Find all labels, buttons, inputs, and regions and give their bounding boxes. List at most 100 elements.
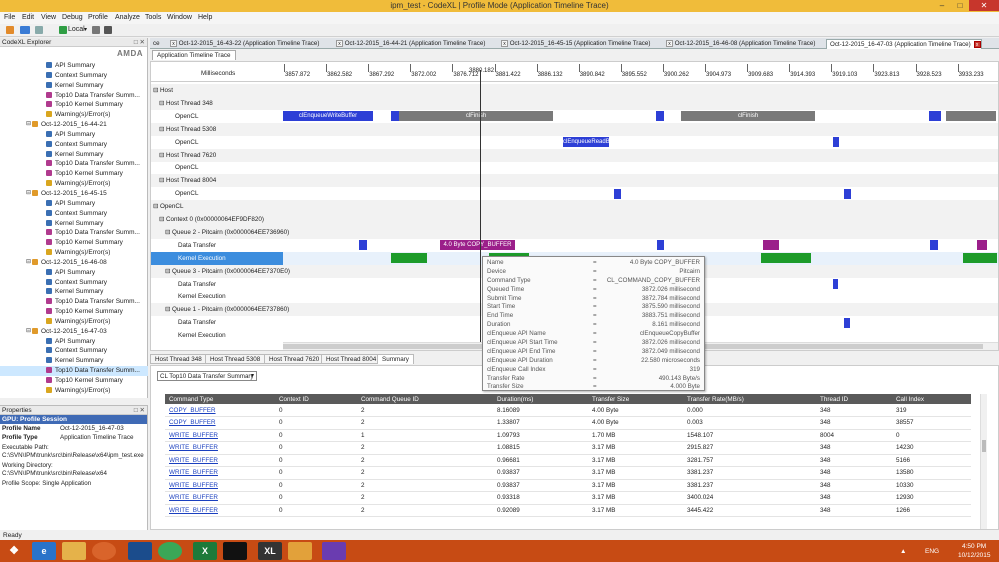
summary-node[interactable]: Context Summary [0,140,148,150]
table-row[interactable]: COPY_BUFFER 0 2 8.16089 4.00 Byte 0.000 348 319 [165,404,971,417]
menu-analyze[interactable]: Analyze [115,14,140,21]
collapse-icon[interactable]: ⊟ [26,189,31,199]
close-tab-icon[interactable]: x [170,40,177,47]
timeline-event-bar[interactable] [391,253,427,264]
summary-node[interactable]: Top10 Kernel Summary [0,169,148,179]
command-type-link[interactable]: COPY_BUFFER [165,404,275,417]
command-type-link[interactable]: WRITE_BUFFER [165,441,275,455]
doc-tab-overflow[interactable]: ce [150,39,160,49]
table-row[interactable]: WRITE_BUFFER 0 2 0.92089 3.17 MB 3445.422 348 1… [165,504,971,517]
tab-host-thread-7620[interactable]: Host Thread 7620 [264,354,325,364]
tab-summary[interactable]: Summary [377,354,414,364]
timeline-group-row[interactable]: ⊟ OpenCL [151,200,998,214]
table-row[interactable]: WRITE_BUFFER 0 2 0.96681 3.17 MB 3281.757 348 5… [165,454,971,467]
command-type-link[interactable]: WRITE_BUFFER [165,466,275,480]
table-row[interactable]: WRITE_BUFFER 0 2 0.93318 3.17 MB 3400.024 348 1… [165,491,971,505]
timeline-track-row[interactable]: OpenCL [151,110,998,123]
collapse-icon[interactable]: ⊟ [159,174,164,187]
timeline-group-row[interactable]: ⊟ Queue 2 - Pitcairn (0x0000064EE736960) [151,225,998,239]
summary-node[interactable]: API Summary [0,268,148,278]
timeline-event-bar[interactable] [656,111,664,122]
maximize-button[interactable]: □ [951,0,969,11]
timeline-group-row[interactable]: ⊟ Context 0 (0x00000064EF9DF820) [151,213,998,226]
close-tab-icon[interactable]: x [666,40,673,47]
firefox-icon[interactable] [92,542,116,560]
summary-node[interactable]: Kernel Summary [0,219,148,229]
timeline-event-bar[interactable] [833,279,838,289]
timeline-event-bar[interactable] [833,137,839,148]
pause-icon[interactable] [92,26,100,34]
session-node[interactable]: ⊟ Oct-12-2015_16-47-03 [0,327,148,337]
menu-view[interactable]: View [41,14,56,21]
summary-node[interactable]: Warning(s)/Error(s) [0,179,148,189]
collapse-icon[interactable]: ⊟ [165,265,170,278]
visual-studio-icon[interactable] [322,542,346,560]
menu-file[interactable]: File [4,14,15,21]
column-header[interactable]: Duration(ms) [493,394,588,404]
menu-profile[interactable]: Profile [88,14,108,21]
timeline-track-row[interactable]: OpenCL [151,187,998,200]
command-type-link[interactable]: WRITE_BUFFER [165,479,275,492]
summary-node[interactable]: Kernel Summary [0,287,148,297]
timeline-group-row[interactable]: ⊟ Host Thread 5308 [151,122,998,136]
summary-node[interactable]: Top10 Kernel Summary [0,307,148,317]
doc-tab-5-active[interactable]: Oct-12-2015_16-47-03 (Application Timeli… [826,39,982,49]
summary-node[interactable]: Warning(s)/Error(s) [0,317,148,327]
timeline-event-bar[interactable]: clFinish [681,111,815,122]
summary-node[interactable]: Context Summary [0,346,148,356]
timeline-track-row[interactable]: Data Transfer [151,239,998,252]
codexl-icon[interactable]: XL [258,542,282,560]
save-disk-icon[interactable] [128,542,152,560]
summary-type-select[interactable]: CL Top10 Data Transfer Summary ▾ [157,371,257,381]
collapse-icon[interactable]: ⊟ [153,84,158,97]
table-scrollbar[interactable] [980,394,987,529]
summary-node[interactable]: API Summary [0,130,148,140]
menu-window[interactable]: Window [167,14,192,21]
outlook-icon[interactable] [288,542,312,560]
summary-node[interactable]: API Summary [0,61,148,71]
chrome-icon[interactable] [158,542,182,560]
menu-debug[interactable]: Debug [62,14,83,21]
profile-mode-icon[interactable] [20,26,30,34]
summary-node[interactable]: Top10 Data Transfer Summ... [0,228,148,238]
column-header[interactable]: Transfer Rate(MB/s) [683,394,816,404]
session-node[interactable]: ⊟ Oct-12-2015_16-46-08 [0,258,148,268]
column-header[interactable]: Thread ID [816,394,892,404]
table-row[interactable]: WRITE_BUFFER 0 2 0.93837 3.17 MB 3381.237 348 1… [165,479,971,492]
session-node[interactable]: ⊟ Oct-12-2015_16-44-21 [0,120,148,130]
minimize-button[interactable]: – [933,0,951,11]
collapse-icon[interactable]: ⊟ [165,226,170,239]
start-profiling-icon[interactable] [59,26,67,34]
timeline-event-bar[interactable] [359,240,367,251]
command-type-link[interactable]: COPY_BUFFER [165,416,275,430]
column-header[interactable]: Context ID [275,394,357,404]
panel-controls-icon[interactable]: □ ✕ [134,38,145,47]
ie-icon[interactable]: e [32,542,56,560]
menu-help[interactable]: Help [198,14,212,21]
column-header[interactable]: Command Type [165,394,275,404]
command-type-link[interactable]: WRITE_BUFFER [165,504,275,517]
summary-node[interactable]: Kernel Summary [0,150,148,160]
tab-host-thread-348[interactable]: Host Thread 348 [150,354,207,364]
chevron-down-icon[interactable]: ▾ [84,26,87,33]
clock-date[interactable]: 10/12/2015 [958,552,991,559]
doc-tab-1[interactable]: x Oct-12-2015_16-43-22 (Application Time… [164,39,319,49]
timeline-event-bar[interactable] [657,240,664,251]
summary-node[interactable]: Top10 Kernel Summary [0,100,148,110]
command-type-link[interactable]: WRITE_BUFFER [165,454,275,467]
timeline-event-bar[interactable]: clEnqueueWriteBuffer [283,111,373,122]
file-explorer-icon[interactable] [62,542,86,560]
collapse-icon[interactable]: ⊟ [159,97,164,110]
timeline-event-bar[interactable] [614,188,621,199]
close-tab-icon[interactable]: x [336,40,343,47]
summary-node[interactable]: Top10 Data Transfer Summ... [0,91,148,101]
panel-controls-icon[interactable]: □ ✕ [134,406,145,415]
tab-host-thread-5308[interactable]: Host Thread 5308 [205,354,266,364]
time-cursor[interactable] [480,70,481,350]
terminal-icon[interactable] [223,542,247,560]
timeline-track-row[interactable]: OpenCL [151,161,998,174]
doc-tab-4[interactable]: x Oct-12-2015_16-46-08 (Application Time… [660,39,815,49]
timeline-event-bar[interactable] [930,240,938,251]
timeline-event-bar[interactable] [763,240,779,251]
collapse-icon[interactable]: ⊟ [165,303,170,316]
